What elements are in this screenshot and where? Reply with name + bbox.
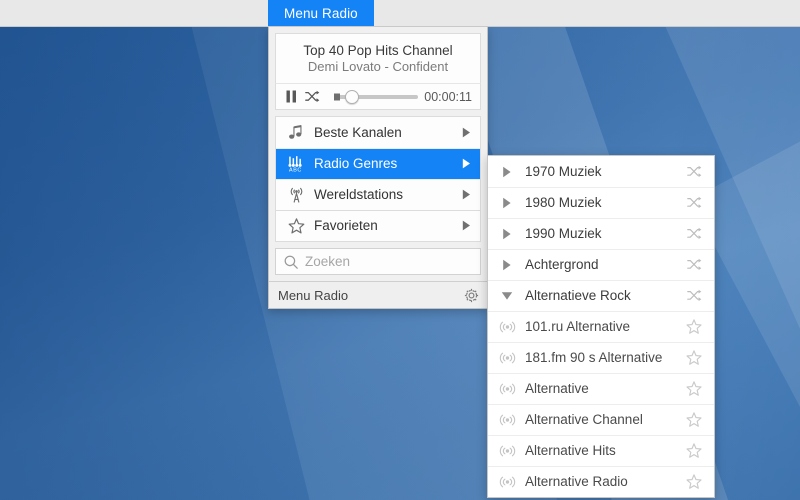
star-outline-icon[interactable]: [684, 318, 704, 336]
submenu-station-label: Alternative Radio: [525, 474, 628, 489]
submenu-station-label: Alternative Hits: [525, 443, 616, 458]
submenu-station-alternative-radio[interactable]: Alternative Radio: [488, 466, 714, 497]
volume-slider[interactable]: [334, 89, 419, 105]
player-controls: 00:00:11: [275, 83, 481, 110]
now-playing-track: Demi Lovato - Confident: [307, 59, 449, 74]
menu-items-group: Beste Kanalen A B C Radio Genres Werelds…: [275, 116, 481, 242]
shuffle-icon[interactable]: [684, 163, 704, 181]
submenu-station-101-ru-alternative[interactable]: 101.ru Alternative: [488, 311, 714, 342]
genres-icon: A B C: [285, 154, 307, 174]
submenu-genre-achtergrond[interactable]: Achtergrond: [488, 249, 714, 280]
submenu-station-label: Alternative: [525, 381, 589, 396]
submenu-station-alternative[interactable]: Alternative: [488, 373, 714, 404]
submenu-genre-alternatieve-rock[interactable]: Alternatieve Rock: [488, 280, 714, 311]
search-input[interactable]: [305, 254, 472, 269]
star-icon: [285, 216, 307, 236]
submenu-genre-1980-muziek[interactable]: 1980 Muziek: [488, 187, 714, 218]
star-outline-icon[interactable]: [684, 411, 704, 429]
shuffle-icon[interactable]: [684, 256, 704, 274]
pause-icon[interactable]: [284, 89, 299, 105]
submenu-genre-label: 1980 Muziek: [525, 195, 602, 210]
submenu-genre-1970-muziek[interactable]: 1970 Muziek: [488, 156, 714, 187]
star-outline-icon[interactable]: [684, 473, 704, 491]
radio-wave-icon: [497, 442, 517, 460]
menubar-item-menu-radio[interactable]: Menu Radio: [268, 0, 374, 26]
shuffle-icon[interactable]: [684, 225, 704, 243]
menu-item-favorieten[interactable]: Favorieten: [276, 210, 480, 241]
disclosure-expanded-icon[interactable]: [497, 287, 517, 305]
disclosure-collapsed-icon[interactable]: [497, 194, 517, 212]
star-outline-icon[interactable]: [684, 442, 704, 460]
radio-wave-icon: [497, 473, 517, 491]
disclosure-collapsed-icon[interactable]: [497, 163, 517, 181]
menu-bar-spacer: [0, 0, 268, 26]
search-box[interactable]: [275, 248, 481, 275]
shuffle-icon[interactable]: [684, 194, 704, 212]
radio-genres-submenu: 1970 Muziek 1980 Muziek 1990 Muziek Acht…: [487, 155, 715, 498]
menubar-item-label: Menu Radio: [284, 5, 358, 21]
search-icon: [284, 255, 298, 269]
submenu-genre-label: 1990 Muziek: [525, 226, 602, 241]
disclosure-collapsed-icon[interactable]: [497, 256, 517, 274]
menu-item-label: Favorieten: [314, 218, 378, 233]
panel-footer: Menu Radio: [269, 281, 487, 308]
shuffle-icon[interactable]: [684, 287, 704, 305]
menu-item-label: Radio Genres: [314, 156, 398, 171]
submenu-genre-label: Alternatieve Rock: [525, 288, 631, 303]
menu-item-beste-kanalen[interactable]: Beste Kanalen: [276, 117, 480, 148]
menu-bar: Menu Radio: [0, 0, 800, 27]
shuffle-icon[interactable]: [305, 89, 320, 105]
volume-slider-min-marker: [334, 93, 340, 100]
submenu-station-alternative-channel[interactable]: Alternative Channel: [488, 404, 714, 435]
star-outline-icon[interactable]: [684, 349, 704, 367]
panel-footer-label: Menu Radio: [278, 287, 349, 303]
radio-wave-icon: [497, 380, 517, 398]
menu-item-wereldstations[interactable]: Wereldstations: [276, 179, 480, 210]
menu-item-label: Beste Kanalen: [314, 125, 402, 140]
gear-icon[interactable]: [464, 288, 479, 303]
chevron-right-icon: [460, 127, 472, 139]
menu-item-radio-genres[interactable]: A B C Radio Genres: [276, 148, 480, 179]
menu-radio-dropdown-panel: Top 40 Pop Hits Channel Demi Lovato - Co…: [268, 27, 488, 309]
chevron-right-icon: [460, 189, 472, 201]
submenu-station-label: Alternative Channel: [525, 412, 643, 427]
elapsed-time: 00:00:11: [424, 89, 472, 104]
chevron-right-icon: [460, 220, 472, 232]
now-playing-channel: Top 40 Pop Hits Channel: [303, 43, 453, 58]
submenu-genre-label: 1970 Muziek: [525, 164, 602, 179]
submenu-genre-1990-muziek[interactable]: 1990 Muziek: [488, 218, 714, 249]
submenu-genre-label: Achtergrond: [525, 257, 599, 272]
volume-slider-knob[interactable]: [345, 89, 359, 104]
disclosure-collapsed-icon[interactable]: [497, 225, 517, 243]
radio-wave-icon: [497, 411, 517, 429]
radio-wave-icon: [497, 318, 517, 336]
submenu-station-alternative-hits[interactable]: Alternative Hits: [488, 435, 714, 466]
star-outline-icon[interactable]: [684, 380, 704, 398]
chevron-right-icon: [460, 158, 472, 170]
svg-text:C: C: [297, 167, 301, 172]
menu-item-label: Wereldstations: [314, 187, 404, 202]
music-note-icon: [285, 123, 307, 143]
submenu-station-label: 181.fm 90 s Alternative: [525, 350, 663, 365]
radio-tower-icon: [285, 185, 307, 205]
radio-wave-icon: [497, 349, 517, 367]
submenu-station-181-fm-90-s-alternative[interactable]: 181.fm 90 s Alternative: [488, 342, 714, 373]
submenu-station-label: 101.ru Alternative: [525, 319, 631, 334]
now-playing-card: Top 40 Pop Hits Channel Demi Lovato - Co…: [275, 33, 481, 83]
